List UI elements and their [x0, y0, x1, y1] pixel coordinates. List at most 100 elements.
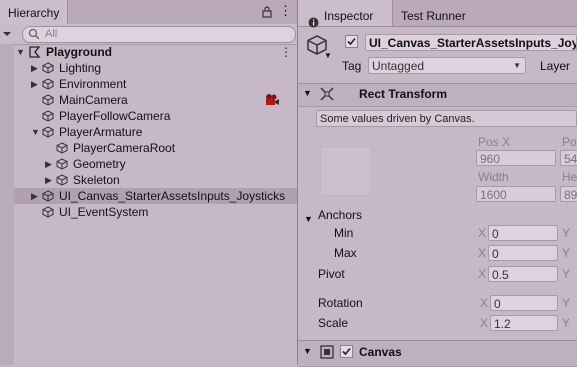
tree-row-label: UI_Canvas_StarterAssetsInputs_Joysticks: [59, 189, 286, 203]
tree-row-ui-eventsystem[interactable]: UI_EventSystem: [14, 204, 297, 220]
scale-x-letter: X: [480, 316, 489, 330]
hierarchy-gutter: [0, 44, 14, 365]
rect-transform-header[interactable]: ▼ Rect Transform: [298, 83, 577, 107]
chevron-down-icon[interactable]: ▼: [303, 346, 312, 356]
inspector-tab-label: Inspector: [324, 9, 374, 23]
chevron-down-icon[interactable]: ▼: [303, 88, 312, 98]
chevron-right-icon[interactable]: ▶: [31, 76, 38, 92]
height-value: 89: [564, 188, 577, 202]
tree-row-skeleton[interactable]: ▶ Skeleton: [14, 172, 297, 188]
tree-row-ui-canvas[interactable]: ▶ UI_Canvas_StarterAssetsInputs_Joystick…: [14, 188, 297, 204]
gameobject-cube-icon: [42, 62, 54, 74]
pos-y-field: 54: [560, 150, 577, 166]
max-y-letter: Y: [562, 246, 571, 260]
tree-row-label: PlayerArmature: [59, 125, 143, 139]
gameobject-cube-icon: [42, 190, 54, 202]
rotation-x-value: 0: [494, 297, 501, 311]
tree-row-geometry[interactable]: ▶ Geometry: [14, 156, 297, 172]
chevron-down-icon[interactable]: ▼: [304, 211, 313, 227]
pivot-y-letter: Y: [562, 267, 571, 281]
min-y-letter: Y: [562, 226, 571, 240]
tree-row-playerfollowcamera[interactable]: PlayerFollowCamera: [14, 108, 297, 124]
tag-dropdown[interactable]: Untagged ▼: [368, 57, 526, 74]
tree-row-playercameraroot[interactable]: PlayerCameraRoot: [14, 140, 297, 156]
layer-label: Layer: [540, 59, 571, 73]
rotation-x-letter: X: [480, 296, 489, 310]
tree-row-label: Environment: [59, 77, 127, 91]
hierarchy-tabbar: Hierarchy ⋮: [0, 0, 297, 25]
pivot-label: Pivot: [318, 267, 345, 281]
canvas-component-icon: [320, 345, 334, 362]
scale-y-letter: Y: [562, 316, 571, 330]
rotation-x-field[interactable]: 0: [490, 295, 558, 311]
max-label: Max: [334, 246, 357, 260]
rect-transform-title: Rect Transform: [359, 87, 448, 101]
gameobject-cube-icon: [42, 126, 54, 138]
hierarchy-tab-label: Hierarchy: [8, 6, 60, 20]
active-checkbox[interactable]: [345, 35, 358, 48]
min-x-field[interactable]: 0: [488, 225, 558, 241]
chevron-right-icon[interactable]: ▶: [31, 188, 38, 204]
scale-label: Scale: [318, 316, 349, 330]
chevron-down-icon[interactable]: ▼: [31, 124, 40, 140]
object-name-input[interactable]: UI_Canvas_StarterAssetsInputs_Joysticks: [365, 34, 577, 51]
min-label: Min: [334, 226, 354, 240]
pivot-x-letter: X: [478, 267, 487, 281]
object-name-value: UI_Canvas_StarterAssetsInputs_Joysticks: [369, 36, 576, 50]
pos-x-value: 960: [480, 152, 501, 166]
lock-icon[interactable]: [262, 6, 272, 21]
rect-transform-icon: [320, 87, 334, 104]
inspector-panel: Inspector Test Runner ▼ UI_Canvas_Starte…: [298, 0, 577, 367]
panel-menu-icon[interactable]: ⋮: [279, 4, 292, 18]
tree-row-maincamera[interactable]: MainCamera: [14, 92, 297, 108]
chevron-right-icon[interactable]: ▶: [31, 60, 38, 76]
scene-menu-icon[interactable]: ⋮: [280, 45, 292, 59]
anchor-presets-button[interactable]: [320, 146, 372, 196]
gameobject-cube-icon: [42, 78, 54, 90]
tree-row-environment[interactable]: ▶ Environment: [14, 76, 297, 92]
scale-x-field[interactable]: 1.2: [490, 315, 558, 331]
create-dropdown-icon[interactable]: [2, 28, 12, 42]
chevron-right-icon[interactable]: ▶: [45, 156, 52, 172]
anchors-label: Anchors: [318, 208, 363, 222]
canvas-enabled-checkbox[interactable]: [340, 345, 353, 358]
chevron-down-icon[interactable]: ▼: [16, 44, 25, 60]
pos-x-label: Pos X: [478, 135, 511, 149]
hierarchy-search-input[interactable]: All: [22, 26, 296, 43]
search-placeholder: All: [45, 28, 58, 40]
max-x-letter: X: [478, 246, 487, 260]
height-field: 89: [560, 186, 577, 202]
tree-row-label: Lighting: [59, 61, 102, 75]
tree-row-label: UI_EventSystem: [59, 205, 149, 219]
tab-hierarchy[interactable]: Hierarchy: [0, 0, 69, 24]
tree-row-label: Playground: [46, 45, 113, 59]
driven-values-note: Some values driven by Canvas.: [316, 110, 577, 127]
gameobject-cube-icon: [56, 142, 68, 154]
tab-inspector[interactable]: Inspector: [298, 0, 393, 28]
max-x-value: 0: [492, 247, 499, 261]
pivot-x-field[interactable]: 0.5: [488, 266, 558, 282]
canvas-title: Canvas: [359, 345, 402, 359]
tree-row-playground[interactable]: ▼ Playground ⋮: [14, 44, 297, 60]
tree-row-label: PlayerFollowCamera: [59, 109, 171, 123]
icon-dropdown-icon[interactable]: ▼: [324, 51, 332, 60]
tree-row-playerarmature[interactable]: ▼ PlayerArmature: [14, 124, 297, 140]
tab-test-runner[interactable]: Test Runner: [401, 0, 466, 26]
test-runner-tab-label: Test Runner: [401, 9, 466, 23]
tree-row-lighting[interactable]: ▶ Lighting: [14, 60, 297, 76]
pos-y-label: Po: [562, 135, 577, 149]
min-x-letter: X: [478, 226, 487, 240]
max-x-field[interactable]: 0: [488, 245, 558, 261]
tag-value: Untagged: [372, 59, 425, 73]
chevron-down-icon: ▼: [513, 61, 521, 70]
pivot-x-value: 0.5: [492, 268, 509, 282]
width-value: 1600: [480, 188, 507, 202]
chevron-right-icon[interactable]: ▶: [45, 172, 52, 188]
gameobject-cube-icon: [56, 174, 68, 186]
canvas-header[interactable]: ▼ Canvas: [298, 340, 577, 367]
inspector-tabbar: Inspector Test Runner: [298, 0, 577, 28]
gameobject-cube-icon: [42, 94, 54, 106]
tree-row-label: MainCamera: [59, 93, 128, 107]
pos-y-value: 54: [564, 152, 577, 166]
tree-row-label: Geometry: [73, 157, 126, 171]
